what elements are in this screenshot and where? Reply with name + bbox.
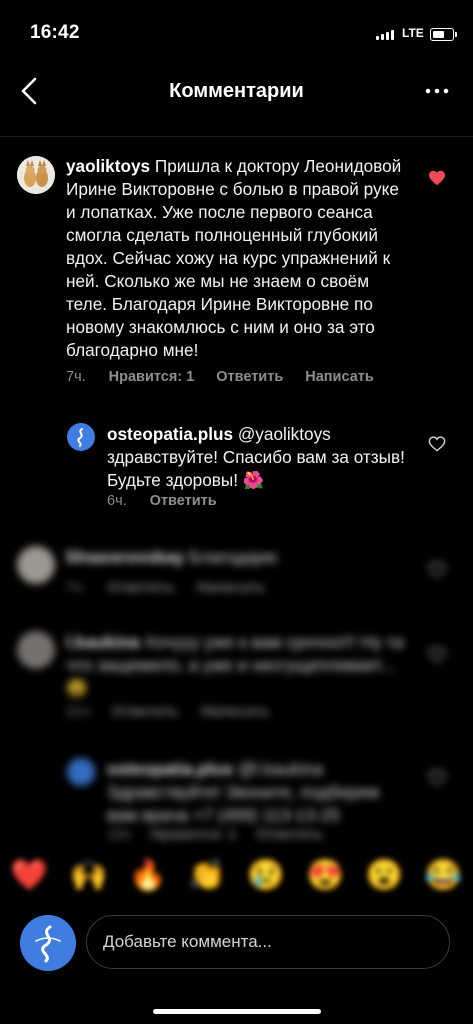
emoji-laughing-button[interactable]: 😂: [425, 858, 462, 894]
comment-time: 21ч: [66, 704, 90, 720]
comment-body: l.kaukina Хочууу уже к вам срочно!!! Ну …: [66, 631, 406, 700]
likes-count[interactable]: Нравится: 1: [109, 369, 195, 385]
like-button[interactable]: [428, 436, 448, 456]
like-button[interactable]: [428, 770, 448, 790]
signal-icon: [376, 30, 394, 40]
battery-icon: [430, 28, 457, 41]
network-type: LTE: [402, 26, 424, 40]
avatar[interactable]: [17, 546, 55, 584]
comment-meta: 19ч Нравится: 1 Ответить: [107, 827, 323, 843]
comment-body: yaoliktoys Пришла к доктору Леонидовой И…: [66, 155, 411, 362]
comment-meta: 7ч. Нравится: 1 Ответить Написать: [66, 369, 374, 385]
like-button[interactable]: [428, 170, 448, 190]
avatar: [20, 915, 76, 971]
reply-body: osteopatia.plus @yaoliktoys здравствуйте…: [107, 423, 407, 492]
comment-meta: 21ч Ответить Написать: [66, 704, 269, 720]
reply-body: osteopatia.plus @l.kaukina Здравствуйте!…: [107, 758, 407, 827]
emoji-fire-button[interactable]: 🔥: [129, 858, 166, 894]
heart-outline-icon: [428, 770, 446, 786]
spine-logo-icon: [35, 925, 61, 963]
emoji-reaction-bar: ❤️ 🙌 🔥 👏 😢 😍 😮 😂: [0, 858, 473, 894]
emoji-heart-eyes-button[interactable]: 😍: [307, 858, 344, 894]
header-divider: [0, 136, 473, 137]
comment-time: 19ч: [107, 827, 131, 843]
comment-meta: 7ч. Ответить Написать: [66, 580, 265, 596]
comment-username[interactable]: osteopatia.plus: [107, 759, 233, 779]
reply-button[interactable]: Ответить: [150, 493, 217, 509]
heart-outline-icon: [428, 562, 446, 578]
emoji-clap-button[interactable]: 👏: [188, 858, 225, 894]
comment-username[interactable]: l.kaukina: [66, 632, 140, 652]
home-indicator[interactable]: [153, 1009, 321, 1014]
comment-time: 6ч.: [107, 493, 127, 509]
heart-outline-icon: [428, 647, 446, 663]
status-time: 16:42: [30, 22, 80, 43]
comment-text: Благодарю: [189, 547, 278, 567]
comment-input[interactable]: Добавьте коммента...: [86, 915, 450, 969]
message-button[interactable]: Написать: [305, 369, 374, 385]
comment-body: lilnassrovskay Благодарю: [66, 546, 411, 569]
emoji-wow-button[interactable]: 😮: [366, 858, 403, 894]
reply-button[interactable]: Ответить: [108, 580, 175, 596]
more-options-button[interactable]: [424, 80, 450, 100]
comment-meta: 6ч. Ответить: [107, 493, 217, 509]
comment-input-placeholder: Добавьте коммента...: [103, 932, 272, 951]
more-horizontal-icon: [425, 88, 449, 94]
avatar[interactable]: [17, 631, 55, 669]
message-button[interactable]: Написать: [197, 580, 266, 596]
avatar[interactable]: [17, 156, 55, 194]
avatar[interactable]: [67, 423, 95, 451]
message-button[interactable]: Написать: [201, 704, 270, 720]
avatar[interactable]: [67, 758, 95, 786]
dog-avatar-image: [17, 156, 55, 194]
heart-filled-icon: [429, 170, 445, 186]
emoji-heart-button[interactable]: ❤️: [11, 858, 48, 894]
likes-count[interactable]: Нравится: 1: [151, 827, 237, 843]
comment-username[interactable]: yaoliktoys: [66, 156, 150, 176]
comment-text: Пришла к доктору Леонидовой Ирине Виктор…: [66, 156, 402, 360]
reply-button[interactable]: Ответить: [256, 827, 323, 843]
page-title: Комментарии: [169, 80, 304, 102]
comment-username[interactable]: osteopatia.plus: [107, 424, 233, 444]
emoji-crying-button[interactable]: 😢: [247, 858, 284, 894]
reply-button[interactable]: Ответить: [112, 704, 179, 720]
like-button[interactable]: [428, 647, 448, 667]
comment-time: 7ч.: [66, 580, 86, 596]
reply-button[interactable]: Ответить: [216, 369, 283, 385]
emoji-raised-hands-button[interactable]: 🙌: [70, 858, 107, 894]
comment-username[interactable]: lilnassrovskay: [66, 547, 184, 567]
heart-outline-icon: [428, 436, 446, 452]
like-button[interactable]: [428, 562, 448, 582]
comment-time: 7ч.: [66, 369, 86, 385]
spine-logo-icon: [77, 428, 83, 447]
